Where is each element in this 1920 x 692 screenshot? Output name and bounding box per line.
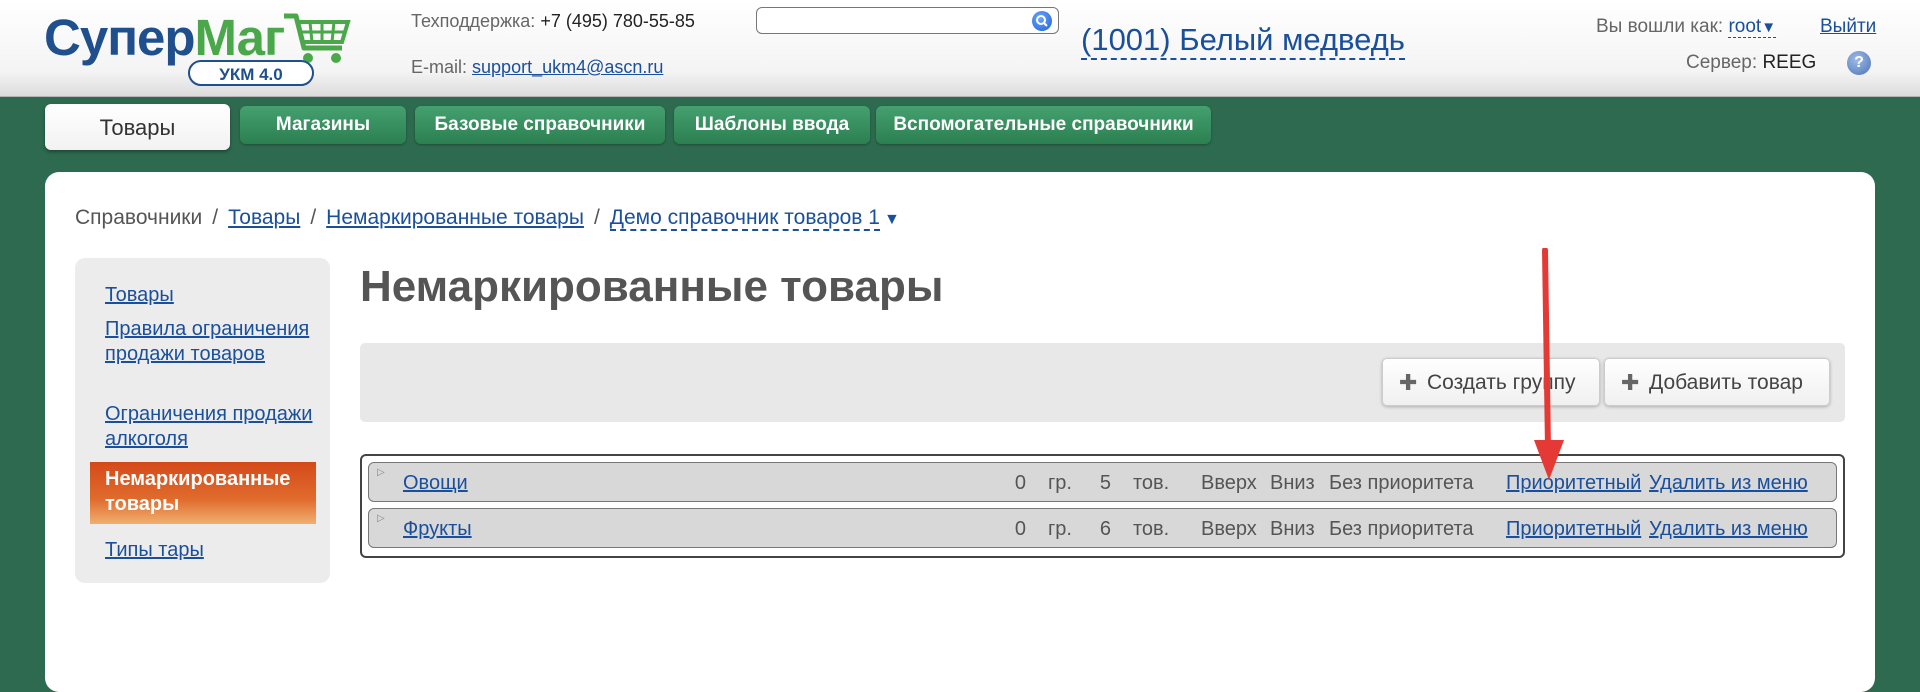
search-icon[interactable]	[1032, 11, 1052, 31]
breadcrumb-products[interactable]: Товары	[228, 206, 300, 229]
server-info: Сервер: REEG	[1686, 52, 1817, 73]
logout-link[interactable]: Выйти	[1820, 16, 1876, 38]
annotation-arrow-icon	[1534, 248, 1564, 480]
support-email: E-mail: support_ukm4@ascn.ru	[411, 57, 664, 77]
group-unit: гр.	[1048, 472, 1072, 494]
group-unit: гр.	[1048, 518, 1072, 540]
sidebar: Товары Правила ограничения продажи товар…	[75, 258, 330, 583]
move-down-action[interactable]: Вниз	[1270, 518, 1315, 541]
priority-link[interactable]: Приоритетный	[1506, 472, 1641, 495]
plus-icon: ✚	[1621, 370, 1640, 395]
expand-icon[interactable]: ▷	[377, 513, 385, 524]
chevron-down-icon: ▼	[1761, 19, 1777, 36]
remove-from-menu-link[interactable]: Удалить из меню	[1649, 518, 1808, 541]
breadcrumb-directory-selector[interactable]: Демо справочник товаров 1	[609, 206, 880, 231]
header: СуперМаг УКМ 4.0 Техподдержка: +7 (495) …	[0, 0, 1920, 97]
product-unit: тов.	[1133, 518, 1170, 540]
login-info: Вы вошли как: root▼	[1596, 16, 1777, 38]
breadcrumb: Справочники / Товары / Немаркированные товар…	[75, 206, 900, 231]
sidebar-item-alcohol-restrictions[interactable]: Ограничения продажи алкоголя	[105, 402, 315, 452]
tab-base-directories[interactable]: Базовые справочники	[415, 106, 665, 144]
group-name-link[interactable]: Овощи	[403, 472, 468, 495]
product-count: 6	[1099, 518, 1111, 540]
product-count: 5	[1099, 472, 1111, 494]
tab-stores[interactable]: Магазины	[240, 106, 406, 144]
sidebar-item-sale-restrictions[interactable]: Правила ограничения продажи товаров	[105, 317, 315, 367]
breadcrumb-root: Справочники	[75, 206, 203, 229]
add-product-button[interactable]: ✚ Добавить товар	[1604, 358, 1830, 406]
group-count: 0	[1014, 518, 1026, 540]
move-up-action[interactable]: Вверх	[1201, 472, 1257, 495]
page-title: Немаркированные товары	[360, 262, 944, 311]
logo[interactable]: СуперМаг УКМ 4.0	[44, 8, 354, 88]
logo-text: СуперМаг	[44, 9, 285, 66]
breadcrumb-unmarked[interactable]: Немаркированные товары	[326, 206, 584, 229]
no-priority-action[interactable]: Без приоритета	[1329, 518, 1474, 541]
product-unit: тов.	[1133, 472, 1170, 494]
toolbar: ✚ Создать группу ✚ Добавить товар	[360, 343, 1845, 422]
remove-from-menu-link[interactable]: Удалить из меню	[1649, 472, 1808, 495]
move-down-action[interactable]: Вниз	[1270, 472, 1315, 495]
support-email-link[interactable]: support_ukm4@ascn.ru	[472, 57, 663, 77]
move-up-action[interactable]: Вверх	[1201, 518, 1257, 541]
user-menu[interactable]: root▼	[1728, 16, 1777, 38]
table-row: ▷ Овощи 0 гр. 5 тов. Вверх Вниз Без прио…	[368, 462, 1837, 502]
tab-products[interactable]: Товары	[45, 104, 230, 150]
plus-icon: ✚	[1399, 370, 1418, 395]
tab-aux-directories[interactable]: Вспомогательные справочники	[876, 106, 1211, 144]
help-icon[interactable]: ?	[1847, 51, 1871, 75]
groups-table: ▷ Овощи 0 гр. 5 тов. Вверх Вниз Без прио…	[360, 454, 1845, 558]
group-count: 0	[1014, 472, 1026, 494]
group-name-link[interactable]: Фрукты	[403, 518, 472, 541]
logo-badge: УКМ 4.0	[188, 60, 314, 86]
no-priority-action[interactable]: Без приоритета	[1329, 472, 1474, 495]
expand-icon[interactable]: ▷	[377, 467, 385, 478]
sidebar-item-container-types[interactable]: Типы тары	[105, 538, 315, 563]
sidebar-item-products[interactable]: Товары	[105, 283, 315, 308]
store-selector[interactable]: (1001) Белый медведь	[1081, 22, 1405, 60]
table-row: ▷ Фрукты 0 гр. 6 тов. Вверх Вниз Без при…	[368, 508, 1837, 548]
search-input[interactable]	[756, 7, 1059, 34]
tab-input-templates[interactable]: Шаблоны ввода	[674, 106, 870, 144]
sidebar-item-unmarked-active[interactable]: Немаркированные товары	[90, 462, 316, 524]
support-phone: Техподдержка: +7 (495) 780-55-85	[411, 11, 695, 31]
chevron-down-icon[interactable]: ▼	[884, 211, 900, 228]
shopping-cart-icon	[284, 13, 351, 63]
priority-link[interactable]: Приоритетный	[1506, 518, 1641, 541]
